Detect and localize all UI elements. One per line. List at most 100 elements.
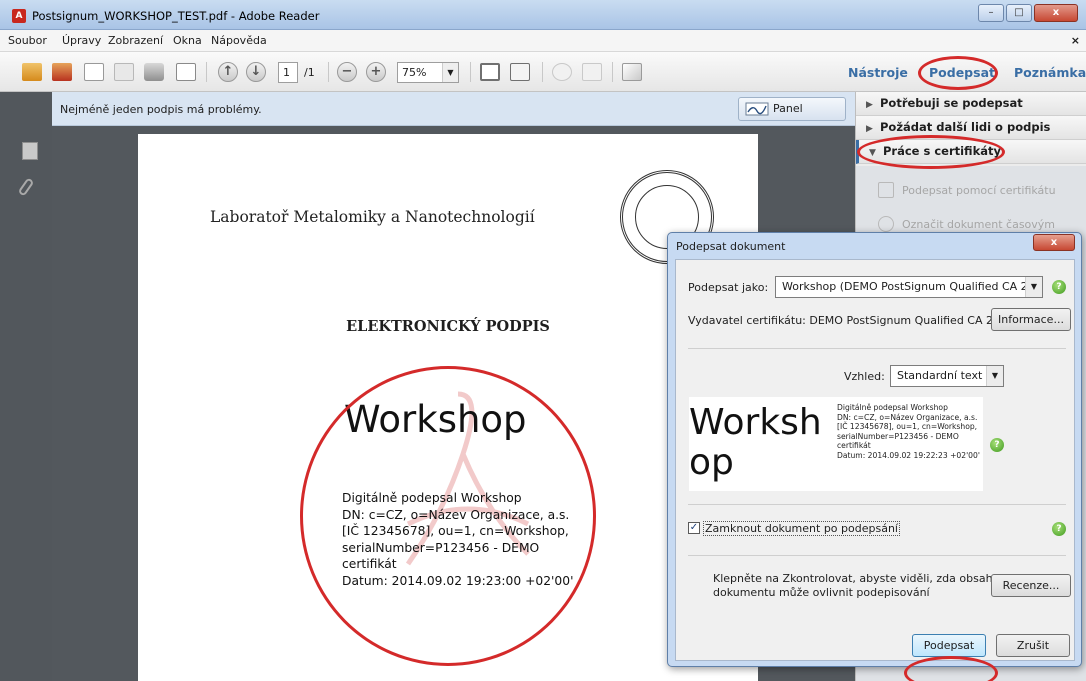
cancel-button[interactable]: Zrušit	[996, 634, 1070, 657]
adobe-reader-icon: A	[12, 9, 26, 23]
print-icon[interactable]	[144, 63, 164, 81]
toolbar: ↑ ↓ 1 /1 − + 75% ▼ Nástroje Podepsat Poz…	[0, 52, 1086, 92]
signature-line: certifikát	[342, 557, 397, 571]
sign-certificate-icon	[878, 182, 894, 198]
signature-problem-message: Nejméně jeden podpis má problémy.	[60, 103, 262, 116]
preview-details: Digitálně podepsal Workshop DN: c=CZ, o=…	[837, 403, 983, 461]
document-heading: ELEKTRONICKÝ PODPIS	[346, 318, 550, 335]
menu-napoveda[interactable]: Nápověda	[211, 34, 267, 47]
page-number-input[interactable]: 1	[278, 62, 298, 83]
window-titlebar: A Postsignum_WORKSHOP_TEST.pdf - Adobe R…	[0, 0, 1086, 30]
save-icon[interactable]	[114, 63, 134, 81]
section-certificates[interactable]: ▼ Práce s certifikáty	[856, 140, 1086, 164]
expand-icon[interactable]	[622, 63, 642, 81]
sign-with-certificate[interactable]: Podepsat pomocí certifikátu	[902, 184, 1056, 197]
menu-zobrazeni[interactable]: Zobrazení	[108, 34, 163, 47]
review-text-line-2: dokumentu může ovlivnit podepisování	[713, 586, 930, 599]
chevron-down-icon: ▼	[1025, 277, 1042, 297]
previous-page-icon[interactable]: ↑	[218, 62, 238, 82]
signature-name: Workshop	[344, 398, 527, 441]
fit-page-icon[interactable]	[510, 63, 530, 81]
chevron-right-icon: ▶	[866, 100, 873, 110]
email-icon[interactable]	[176, 63, 196, 81]
signature-line: Datum: 2014.09.02 19:23:00 +02'00'	[342, 573, 574, 588]
menu-upravy[interactable]: Úpravy	[62, 34, 101, 47]
next-page-icon[interactable]: ↓	[246, 62, 266, 82]
section-label: Požádat další lidi o podpis	[880, 120, 1051, 134]
section-label: Potřebuji se podepsat	[880, 96, 1023, 110]
review-button[interactable]: Recenze...	[991, 574, 1071, 597]
section-need-to-sign[interactable]: ▶ Potřebuji se podepsat	[856, 92, 1086, 116]
issuer-text: Vydavatel certifikátu: DEMO PostSignum Q…	[688, 314, 994, 327]
sign-as-select[interactable]: Workshop (DEMO PostSignum Qualified CA 2…	[775, 276, 1043, 298]
signature-notification-bar: Nejméně jeden podpis má problémy. Panel …	[0, 92, 855, 137]
signature-line: [IČ 12345678], ou=1, cn=Workshop,	[342, 524, 569, 538]
maximize-button[interactable]: □	[1006, 4, 1032, 22]
lab-name: Laboratoř Metalomiky a Nanotechnologií	[210, 208, 535, 226]
preview-line: serialNumber=P123456 - DEMO	[837, 431, 959, 441]
tools-tab[interactable]: Nástroje	[848, 65, 908, 80]
preview-line: DN: c=CZ, o=Název Organizace, a.s.	[837, 412, 978, 422]
preview-line: [IČ 12345678], ou=1, cn=Workshop,	[837, 422, 978, 432]
page-total: /1	[304, 66, 315, 79]
window-title: Postsignum_WORKSHOP_TEST.pdf - Adobe Rea…	[32, 9, 320, 23]
zoom-value: 75%	[402, 66, 427, 79]
signature-panel-button[interactable]: Panel podpisu	[738, 97, 846, 137]
chevron-right-icon: ▶	[866, 124, 873, 134]
dialog-close-button[interactable]: x	[1033, 234, 1075, 251]
appearance-select[interactable]: Standardní text ▼	[890, 365, 1004, 387]
section-label: Práce s certifikáty	[883, 144, 1001, 158]
menubar: Soubor Úpravy Zobrazení Okna Nápověda ×	[0, 30, 1086, 52]
menu-soubor[interactable]: Soubor	[8, 34, 47, 47]
edit-icon[interactable]	[84, 63, 104, 81]
appearance-label: Vzhled:	[844, 370, 885, 383]
sign-as-label: Podepsat jako:	[688, 281, 769, 294]
timestamp-icon	[878, 216, 894, 232]
signature-pen-icon	[745, 102, 769, 116]
create-pdf-icon[interactable]	[22, 63, 42, 81]
review-text-line-1: Klepněte na Zkontrolovat, abyste viděli,…	[713, 572, 993, 585]
fit-width-icon[interactable]	[480, 63, 500, 81]
preview-name: Workshop	[689, 402, 822, 483]
signature-preview: Workshop Digitálně podepsal Workshop DN:…	[689, 397, 983, 491]
dialog-body: Podepsat jako: Workshop (DEMO PostSignum…	[675, 259, 1075, 661]
pages-icon[interactable]	[22, 142, 38, 160]
menu-okna[interactable]: Okna	[173, 34, 202, 47]
zoom-select[interactable]: 75% ▼	[397, 62, 459, 83]
appearance-value: Standardní text	[897, 369, 983, 382]
minimize-button[interactable]: –	[978, 4, 1004, 22]
close-document-icon[interactable]: ×	[1071, 34, 1080, 47]
signature-line: Digitálně podepsal Workshop	[342, 491, 522, 505]
signature-details: Digitálně podepsal Workshop DN: c=CZ, o=…	[342, 490, 602, 589]
attachment-icon[interactable]	[17, 177, 35, 197]
help-icon[interactable]: ?	[990, 438, 1004, 452]
help-icon[interactable]: ?	[1052, 522, 1066, 536]
open-icon[interactable]	[52, 63, 72, 81]
signature-line: DN: c=CZ, o=Název Organizace, a.s.	[342, 507, 570, 522]
zoom-out-icon[interactable]: −	[337, 62, 357, 82]
preview-line: Digitálně podepsal Workshop	[837, 403, 948, 412]
signature-line: serialNumber=P123456 - DEMO	[342, 540, 540, 555]
chevron-down-icon: ▼	[869, 148, 876, 158]
highlight-icon[interactable]	[582, 63, 602, 81]
comment-icon[interactable]	[552, 63, 572, 81]
chevron-down-icon: ▼	[986, 366, 1003, 386]
sign-tab[interactable]: Podepsat	[929, 65, 995, 80]
dialog-title: Podepsat dokument	[676, 240, 786, 253]
section-request-signatures[interactable]: ▶ Požádat další lidi o podpis	[856, 116, 1086, 140]
help-icon[interactable]: ?	[1052, 280, 1066, 294]
preview-line: Datum: 2014.09.02 19:22:23 +02'00'	[837, 450, 980, 460]
zoom-in-icon[interactable]: +	[366, 62, 386, 82]
lock-document-checkbox[interactable]: ✓	[688, 522, 700, 534]
info-button[interactable]: Informace...	[991, 308, 1071, 331]
close-window-button[interactable]: x	[1034, 4, 1078, 22]
sign-button[interactable]: Podepsat	[912, 634, 986, 657]
lock-document-label[interactable]: Zamknout dokument po podepsání	[703, 521, 900, 536]
timestamp-document[interactable]: Označit dokument časovým	[902, 218, 1055, 231]
comment-tab[interactable]: Poznámka	[1014, 65, 1086, 80]
chevron-down-icon: ▼	[442, 63, 458, 82]
navigation-panel	[0, 92, 52, 681]
preview-line: certifikát	[837, 441, 871, 451]
sign-as-value: Workshop (DEMO PostSignum Qualified CA 2…	[782, 280, 1043, 293]
sign-document-dialog: Podepsat dokument x Podepsat jako: Works…	[667, 232, 1082, 667]
